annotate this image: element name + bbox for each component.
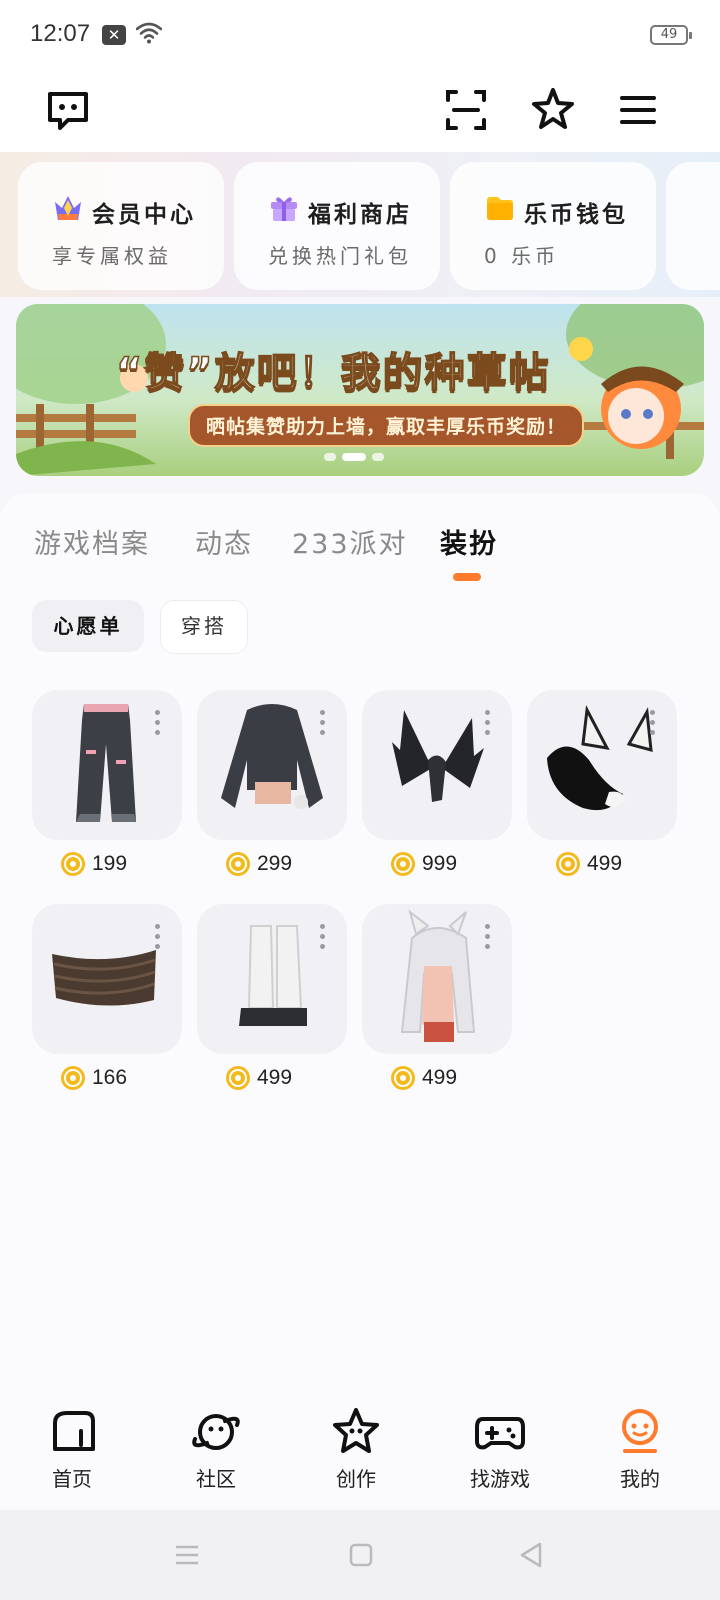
community-planet-icon	[192, 1414, 240, 1450]
outfit-chip[interactable]: 穿搭	[160, 600, 248, 654]
card-subtitle: 0 乐币	[484, 244, 560, 268]
wallet-icon	[487, 197, 513, 220]
price-value: 299	[257, 852, 293, 875]
nav-label: 我的	[620, 1467, 660, 1491]
wifi-icon	[136, 22, 162, 44]
system-navigation-bar	[0, 1510, 720, 1600]
nav-label: 首页	[52, 1467, 92, 1491]
bottom-navigation: 首页 社区 创作 找游戏 我的	[0, 1395, 720, 1510]
gamepad-icon	[475, 1417, 525, 1450]
item-price: 299	[226, 848, 293, 880]
card-title: 会员中心	[92, 202, 196, 228]
crown-icon	[55, 196, 81, 220]
nav-me[interactable]: 我的	[580, 1405, 700, 1492]
chat-bubble-icon[interactable]	[42, 84, 94, 136]
welfare-shop-card[interactable]: 福利商店 兑换热门礼包	[234, 162, 440, 290]
price-value: 166	[92, 1066, 128, 1089]
price-value: 499	[587, 852, 623, 875]
scan-icon[interactable]	[440, 84, 492, 136]
nav-community[interactable]: 社区	[156, 1405, 276, 1492]
coin-icon	[391, 1066, 415, 1090]
more-options-icon[interactable]	[485, 710, 490, 740]
card-subtitle: 享专属权益	[52, 244, 172, 268]
wishlist-chip[interactable]: 心愿单	[32, 600, 144, 652]
carousel-dot	[324, 453, 336, 461]
price-value: 199	[92, 852, 128, 875]
star-favorite-icon[interactable]	[527, 84, 579, 136]
banner-subtitle: 晒帖集赞助力上墙，赢取丰厚乐币奖励！	[188, 404, 585, 447]
quick-access-strip: 会员中心 享专属权益 福利商店 兑换热门礼包 乐币钱包 0 乐币	[0, 152, 720, 297]
more-options-icon[interactable]	[320, 710, 325, 740]
carousel-dot-active	[342, 453, 366, 461]
carousel-dot	[372, 453, 384, 461]
profile-icon	[622, 1409, 658, 1453]
price-value: 999	[422, 852, 458, 875]
item-price: 499	[391, 1062, 458, 1094]
nav-label: 创作	[336, 1467, 376, 1491]
tab-dress-up[interactable]: 装扮	[440, 522, 498, 561]
home-button-icon[interactable]	[346, 1540, 376, 1570]
item-price: 999	[391, 848, 458, 880]
vip-center-card[interactable]: 会员中心 享专属权益	[18, 162, 224, 290]
more-options-icon[interactable]	[485, 924, 490, 954]
item-price: 199	[61, 848, 128, 880]
tab-233-party[interactable]: 233派对	[292, 522, 408, 561]
coin-icon	[61, 852, 85, 876]
battery-icon: 49	[650, 25, 692, 45]
nav-find-games[interactable]: 找游戏	[440, 1405, 560, 1492]
item-price: 499	[556, 848, 623, 880]
coin-icon	[556, 852, 580, 876]
coin-icon	[391, 852, 415, 876]
top-header	[0, 70, 720, 155]
coin-icon	[226, 852, 250, 876]
status-bar: 12:07 ✕ 49	[0, 0, 720, 70]
price-value: 499	[422, 1066, 458, 1089]
nav-label: 社区	[196, 1467, 236, 1491]
nav-label: 找游戏	[470, 1467, 530, 1491]
nav-create[interactable]: 创作	[296, 1405, 416, 1492]
create-star-icon	[333, 1408, 379, 1453]
card-subtitle: 兑换热门礼包	[268, 244, 412, 268]
card-title: 乐币钱包	[524, 202, 628, 228]
menu-icon[interactable]	[612, 84, 664, 136]
more-options-icon[interactable]	[650, 710, 655, 740]
banner-title: “赞”放吧！我的种草帖	[115, 349, 551, 397]
gift-icon	[271, 197, 297, 221]
price-value: 499	[257, 1066, 293, 1089]
tab-indicator	[453, 573, 481, 581]
recent-apps-icon[interactable]	[172, 1540, 202, 1570]
item-price: 499	[226, 1062, 293, 1094]
coin-wallet-card[interactable]: 乐币钱包 0 乐币	[450, 162, 656, 290]
more-options-icon[interactable]	[320, 924, 325, 954]
back-button-icon[interactable]	[516, 1540, 546, 1570]
more-options-icon[interactable]	[155, 924, 160, 954]
promo-banner[interactable]: “赞”放吧！我的种草帖 晒帖集赞助力上墙，赢取丰厚乐币奖励！	[16, 304, 704, 476]
card-title: 福利商店	[308, 202, 412, 228]
tab-moments[interactable]: 动态	[195, 522, 253, 561]
tab-game-archive[interactable]: 游戏档案	[34, 522, 150, 561]
notification-icon: ✕	[102, 25, 126, 45]
more-card-partial[interactable]	[666, 162, 720, 290]
coin-icon	[61, 1066, 85, 1090]
coin-icon	[226, 1066, 250, 1090]
item-price: 166	[61, 1062, 128, 1094]
home-icon	[53, 1411, 95, 1451]
more-options-icon[interactable]	[155, 710, 160, 740]
nav-home[interactable]: 首页	[12, 1405, 132, 1492]
status-time: 12:07	[30, 20, 91, 47]
